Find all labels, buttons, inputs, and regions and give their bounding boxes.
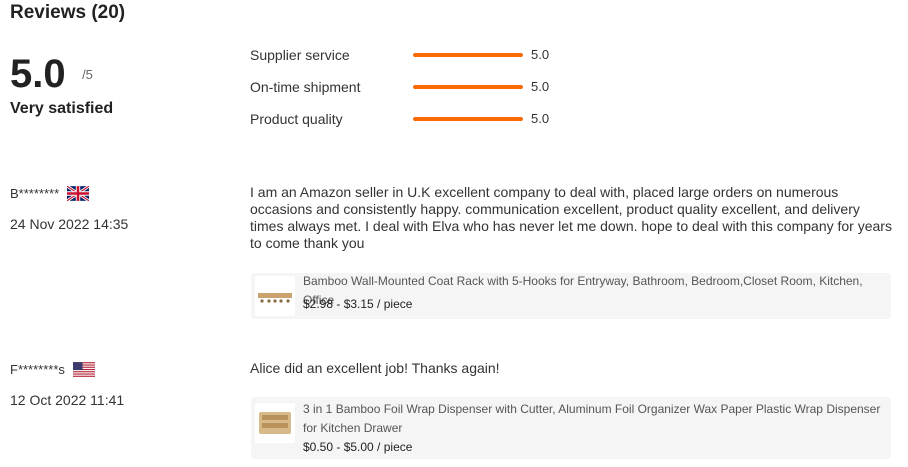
metric-supplier-service: Supplier service 5.0 [250, 45, 570, 65]
product-title[interactable]: 3 in 1 Bamboo Foil Wrap Dispenser with C… [303, 400, 883, 438]
foil-dispenser-thumbnail[interactable] [255, 403, 295, 443]
reviewer: B******** [10, 186, 90, 201]
metric-label: Product quality [250, 111, 343, 127]
reviewer-name: B******** [10, 186, 60, 201]
metric-label: On-time shipment [250, 79, 361, 95]
product-price: $0.50 - $5.00 / piece [303, 440, 413, 454]
reviews-title: Reviews (20) [10, 2, 126, 23]
us-flag-icon [72, 362, 95, 377]
metric-on-time-shipment: On-time shipment 5.0 [250, 77, 570, 97]
metric-product-quality: Product quality 5.0 [250, 109, 570, 129]
metric-bar-fill [413, 117, 523, 121]
overall-score: 5.0 /5 [10, 52, 93, 96]
metric-label: Supplier service [250, 47, 350, 63]
metric-value: 5.0 [531, 47, 550, 62]
uk-flag-icon [67, 186, 90, 201]
review-date: 12 Oct 2022 11:41 [10, 392, 125, 408]
score-value: 5.0 [10, 52, 66, 96]
product-card[interactable]: 3 in 1 Bamboo Foil Wrap Dispenser with C… [251, 397, 891, 459]
coat-rack-icon [258, 293, 292, 303]
coat-rack-thumbnail[interactable] [255, 276, 295, 316]
metric-bar [413, 85, 523, 89]
metric-value: 5.0 [531, 79, 550, 94]
foil-dispenser-icon [259, 412, 291, 434]
reviewer-name: F********s [10, 362, 65, 377]
metric-value: 5.0 [531, 111, 550, 126]
review-text: Alice did an excellent job! Thanks again… [250, 360, 500, 376]
satisfaction-label: Very satisfied [10, 100, 114, 117]
review-text: I am an Amazon seller in U.K excellent c… [250, 184, 892, 251]
review-date: 24 Nov 2022 14:35 [10, 216, 129, 232]
reviewer: F********s [10, 362, 95, 377]
metric-bar [413, 53, 523, 57]
metric-bar [413, 117, 523, 121]
score-max: /5 [82, 67, 93, 82]
product-card[interactable]: Bamboo Wall-Mounted Coat Rack with 5-Hoo… [251, 273, 891, 319]
metric-bar-fill [413, 53, 523, 57]
product-price: $2.98 - $3.15 / piece [303, 297, 413, 311]
metric-bar-fill [413, 85, 523, 89]
